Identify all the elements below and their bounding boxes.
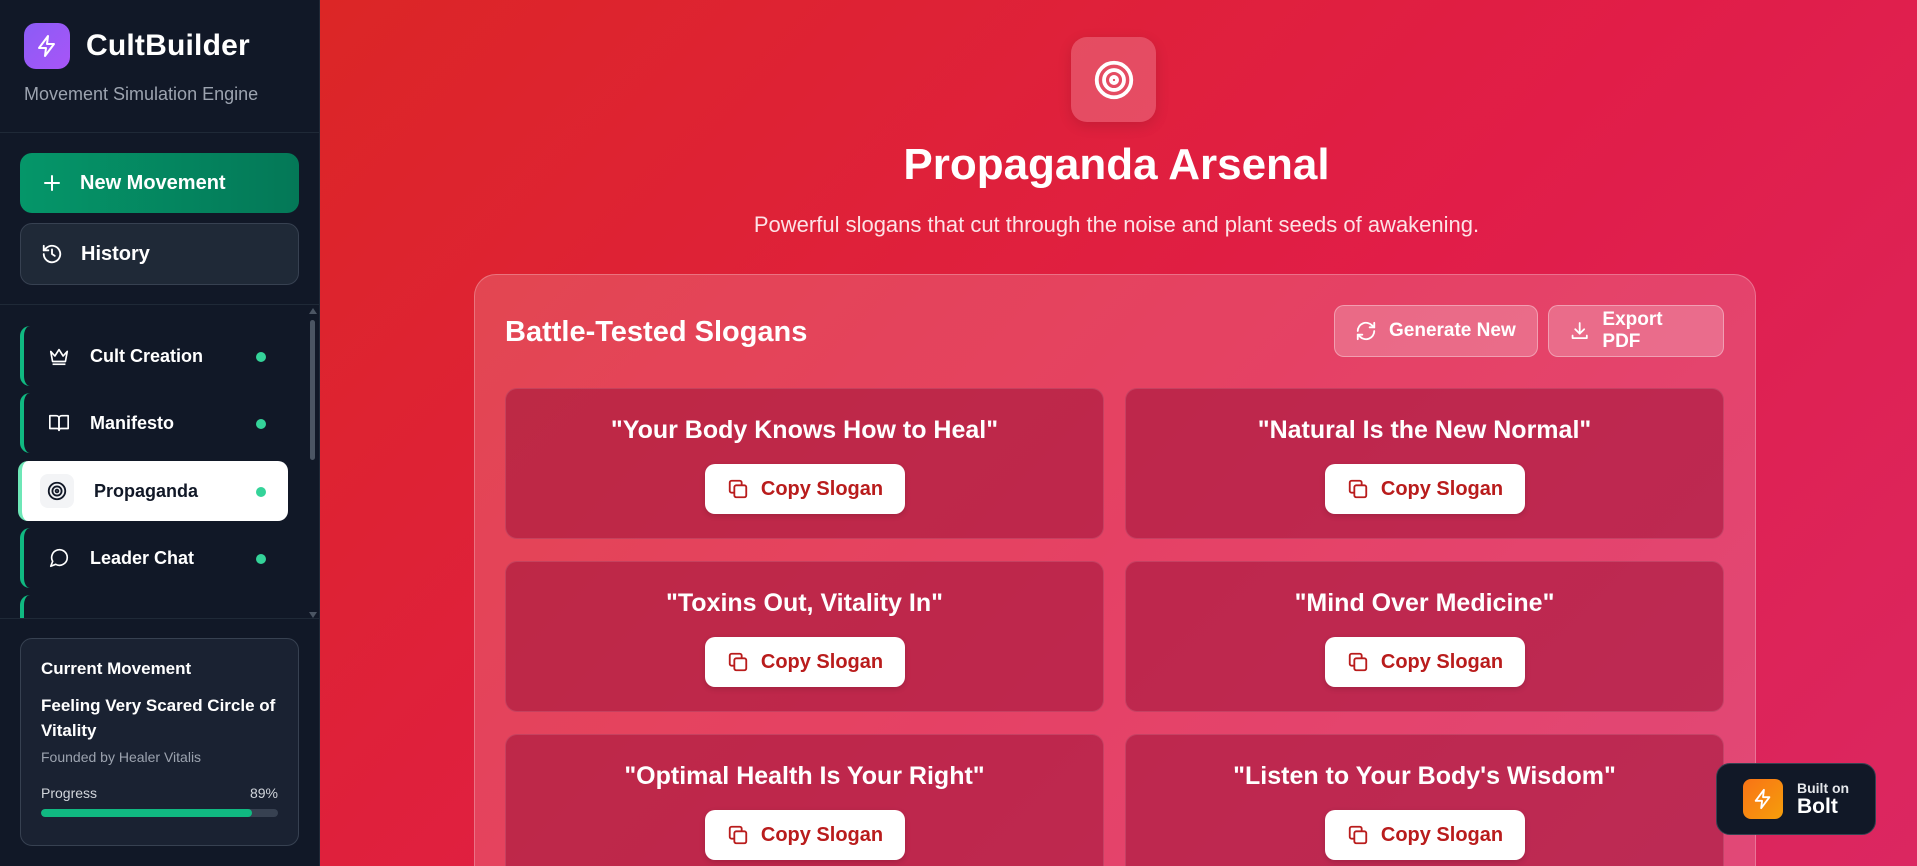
scrollbar-thumb[interactable] bbox=[310, 320, 315, 460]
progress-bar-fill bbox=[41, 809, 252, 817]
divider bbox=[0, 618, 320, 619]
divider bbox=[0, 304, 320, 305]
download-icon bbox=[1571, 322, 1588, 340]
sidebar-item-partial[interactable] bbox=[20, 595, 288, 618]
divider bbox=[0, 132, 320, 133]
scroll-up-arrow-icon[interactable] bbox=[309, 308, 317, 314]
new-movement-button[interactable]: New Movement bbox=[20, 153, 299, 213]
progress-label: Progress bbox=[41, 785, 98, 801]
copy-icon bbox=[1348, 479, 1368, 499]
slogan-text: "Your Body Knows How to Heal" bbox=[610, 416, 999, 444]
app-subtitle: Movement Simulation Engine bbox=[24, 84, 259, 104]
slogan-text: "Optimal Health Is Your Right" bbox=[624, 762, 985, 790]
slogan-card: "Natural Is the New Normal" Copy Slogan bbox=[1125, 388, 1724, 539]
status-dot bbox=[256, 419, 266, 429]
panel-title: Battle-Tested Slogans bbox=[505, 316, 808, 348]
refresh-icon bbox=[1356, 321, 1376, 341]
lightning-icon bbox=[1743, 779, 1783, 819]
sidebar-item-cult-creation[interactable]: Cult Creation bbox=[20, 326, 288, 386]
sidebar-item-propaganda[interactable]: Propaganda bbox=[18, 461, 288, 521]
copy-icon bbox=[1348, 825, 1368, 845]
page-title: Propaganda Arsenal bbox=[903, 140, 1330, 189]
current-movement-card: Current Movement Feeling Very Scared Cir… bbox=[20, 638, 299, 846]
history-icon bbox=[42, 244, 62, 264]
badge-line1: Built on bbox=[1797, 779, 1850, 796]
slogan-text: "Mind Over Medicine" bbox=[1294, 589, 1555, 617]
copy-slogan-button[interactable]: Copy Slogan bbox=[1325, 464, 1525, 514]
slogan-text: "Listen to Your Body's Wisdom" bbox=[1233, 762, 1616, 790]
new-movement-label: New Movement bbox=[80, 171, 226, 194]
sidebar-item-manifesto[interactable]: Manifesto bbox=[20, 393, 288, 453]
sidebar: CultBuilder Movement Simulation Engine N… bbox=[0, 0, 320, 866]
sidebar-item-label: Manifesto bbox=[90, 412, 175, 433]
current-movement-founder: Founded by Healer Vitalis bbox=[41, 749, 202, 765]
slogan-card: "Your Body Knows How to Heal" Copy Sloga… bbox=[505, 388, 1104, 539]
status-dot bbox=[256, 352, 266, 362]
generate-new-button[interactable]: Generate New bbox=[1334, 305, 1538, 357]
current-movement-name: Feeling Very Scared Circle of Vitality bbox=[41, 696, 276, 740]
export-pdf-button[interactable]: Export PDF bbox=[1548, 305, 1724, 357]
history-label: History bbox=[81, 242, 150, 265]
app-name: CultBuilder bbox=[86, 29, 250, 62]
brand[interactable]: CultBuilder bbox=[24, 23, 250, 69]
chat-icon bbox=[49, 548, 69, 568]
slogan-card: "Listen to Your Body's Wisdom" Copy Slog… bbox=[1125, 734, 1724, 866]
copy-slogan-button[interactable]: Copy Slogan bbox=[1325, 637, 1525, 687]
copy-slogan-button[interactable]: Copy Slogan bbox=[705, 464, 905, 514]
slogan-text: "Toxins Out, Vitality In" bbox=[666, 589, 943, 617]
copy-slogan-label: Copy Slogan bbox=[760, 823, 884, 846]
status-dot bbox=[256, 487, 266, 497]
copy-icon bbox=[1348, 652, 1368, 672]
progress-percent: 89% bbox=[249, 785, 278, 801]
status-dot bbox=[256, 554, 266, 564]
sidebar-nav: Cult Creation Manifesto Propaganda Leade… bbox=[0, 318, 320, 618]
export-pdf-label: Export PDF bbox=[1602, 309, 1663, 352]
sidebar-item-leader-chat[interactable]: Leader Chat bbox=[20, 528, 288, 588]
slogan-card: "Toxins Out, Vitality In" Copy Slogan bbox=[505, 561, 1104, 712]
copy-icon bbox=[728, 825, 748, 845]
copy-slogan-label: Copy Slogan bbox=[1380, 823, 1504, 846]
copy-slogan-button[interactable]: Copy Slogan bbox=[705, 637, 905, 687]
sidebar-item-label: Propaganda bbox=[94, 480, 199, 501]
plus-icon bbox=[44, 175, 60, 191]
badge-line2: Bolt bbox=[1797, 794, 1838, 818]
slogan-card: "Optimal Health Is Your Right" Copy Slog… bbox=[505, 734, 1104, 866]
sidebar-item-label: Cult Creation bbox=[90, 345, 204, 366]
copy-slogan-label: Copy Slogan bbox=[760, 650, 884, 673]
target-icon bbox=[1071, 37, 1156, 122]
generate-new-label: Generate New bbox=[1389, 320, 1516, 341]
copy-slogan-label: Copy Slogan bbox=[1380, 477, 1504, 500]
slogans-panel: Battle-Tested Slogans Generate New Expor… bbox=[474, 274, 1756, 866]
slogan-text: "Natural Is the New Normal" bbox=[1257, 416, 1592, 444]
copy-icon bbox=[728, 652, 748, 672]
copy-slogan-label: Copy Slogan bbox=[1380, 650, 1504, 673]
copy-slogan-button[interactable]: Copy Slogan bbox=[705, 810, 905, 860]
current-movement-heading: Current Movement bbox=[41, 659, 192, 678]
built-on-bolt-badge[interactable]: Built on Bolt bbox=[1716, 763, 1876, 835]
sidebar-item-label: Leader Chat bbox=[90, 547, 195, 568]
progress-bar bbox=[41, 809, 278, 817]
slogan-card: "Mind Over Medicine" Copy Slogan bbox=[1125, 561, 1724, 712]
main-content: Propaganda Arsenal Powerful slogans that… bbox=[320, 0, 1917, 866]
sidebar-scrollbar[interactable] bbox=[309, 308, 317, 618]
crown-icon bbox=[49, 348, 69, 366]
copy-slogan-label: Copy Slogan bbox=[760, 477, 884, 500]
book-icon bbox=[49, 414, 69, 432]
history-button[interactable]: History bbox=[20, 223, 299, 285]
lightning-logo-icon bbox=[24, 23, 70, 69]
copy-icon bbox=[728, 479, 748, 499]
copy-slogan-button[interactable]: Copy Slogan bbox=[1325, 810, 1525, 860]
page-subtitle: Powerful slogans that cut through the no… bbox=[753, 212, 1480, 237]
target-icon bbox=[40, 474, 74, 508]
